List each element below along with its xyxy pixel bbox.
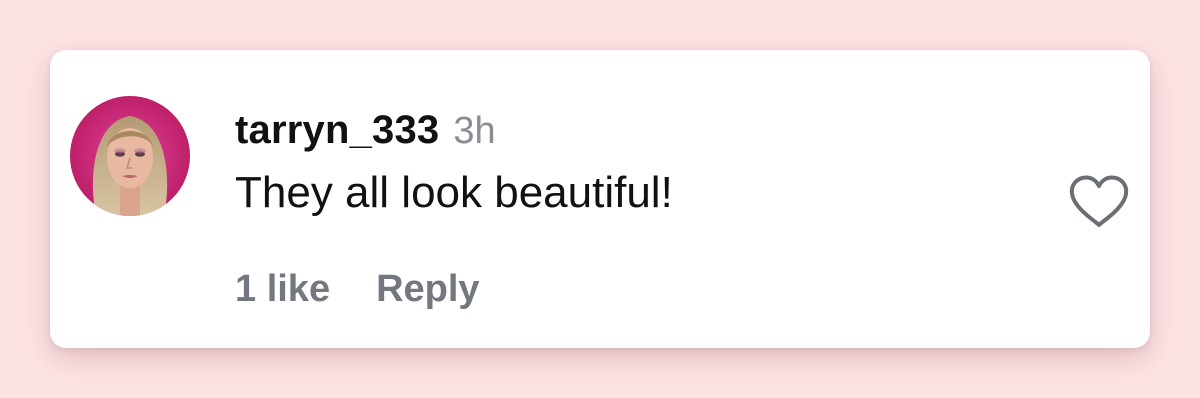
comment-actions: 1 like Reply xyxy=(235,268,480,311)
comment-header: tarryn_333 3h xyxy=(235,108,496,158)
comment-text: They all look beautiful! xyxy=(235,168,673,217)
like-button[interactable] xyxy=(1068,174,1130,230)
username[interactable]: tarryn_333 xyxy=(235,108,439,153)
reply-button[interactable]: Reply xyxy=(376,268,479,311)
likes-count[interactable]: 1 like xyxy=(235,268,330,311)
comment-card: tarryn_333 3h They all look beautiful! 1… xyxy=(50,50,1150,348)
avatar-photo xyxy=(70,96,190,216)
timestamp: 3h xyxy=(453,110,496,152)
heart-outline-icon xyxy=(1069,175,1129,227)
avatar[interactable] xyxy=(70,96,190,216)
